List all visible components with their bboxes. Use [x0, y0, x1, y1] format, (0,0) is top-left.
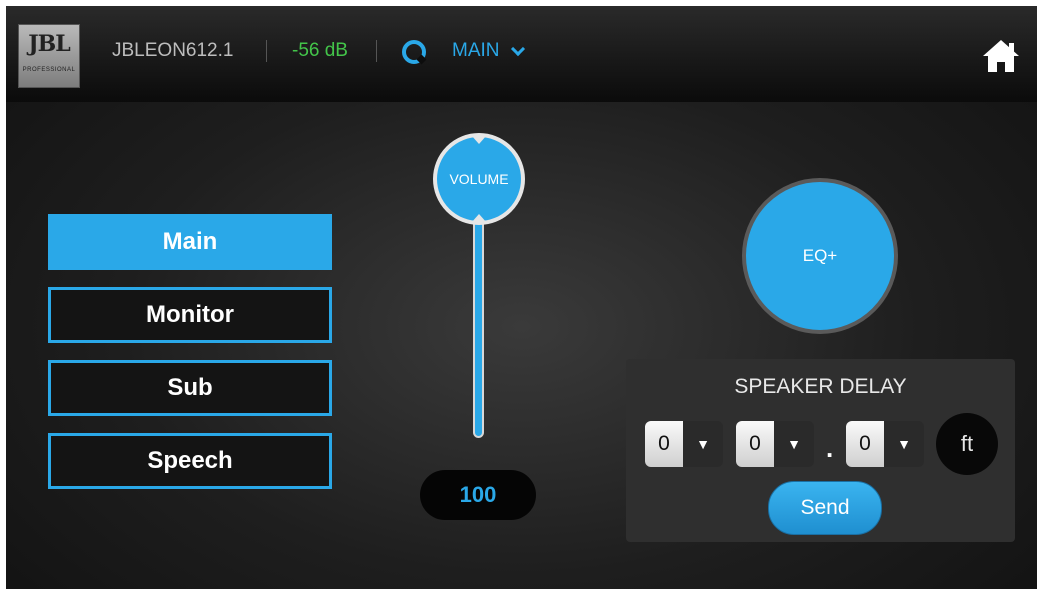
delay-unit-badge[interactable]: ft: [936, 413, 998, 475]
volume-slider-track[interactable]: [473, 206, 484, 438]
volume-slider-knob[interactable]: VOLUME: [433, 133, 525, 225]
delay-digit-2-value: 0: [736, 421, 774, 467]
send-button[interactable]: Send: [768, 481, 882, 535]
dropdown-arrow-icon: ▼: [683, 421, 723, 467]
logo-mark: JBL: [28, 31, 70, 57]
delay-digit-1-select[interactable]: 0 ▼: [645, 421, 723, 467]
preset-speech-button[interactable]: Speech: [48, 433, 332, 489]
app-window: JBL PROFESSIONAL JBLEON612.1 -56 dB MAIN…: [6, 6, 1037, 589]
eq-plus-button[interactable]: EQ+: [742, 178, 898, 334]
device-name: JBLEON612.1: [112, 40, 234, 61]
delay-digit-3-value: 0: [846, 421, 884, 467]
divider: [376, 40, 377, 62]
jbl-logo: JBL PROFESSIONAL: [18, 24, 80, 88]
preset-sub-button[interactable]: Sub: [48, 360, 332, 416]
decimal-point: .: [826, 433, 834, 463]
divider: [266, 40, 267, 62]
logo-subtext: PROFESSIONAL: [22, 67, 76, 73]
level-readout: -56 dB: [292, 40, 348, 61]
home-icon[interactable]: [981, 36, 1021, 76]
speaker-delay-title: SPEAKER DELAY: [734, 375, 907, 398]
delay-digit-2-select[interactable]: 0 ▼: [736, 421, 814, 467]
signal-ring-icon: [402, 40, 426, 64]
volume-value: 100: [420, 470, 536, 520]
dropdown-arrow-icon: ▼: [774, 421, 814, 467]
chevron-down-icon[interactable]: [510, 41, 526, 57]
preset-monitor-button[interactable]: Monitor: [48, 287, 332, 343]
dropdown-arrow-icon: ▼: [884, 421, 924, 467]
speaker-delay-panel: SPEAKER DELAY 0 ▼ 0 ▼ . 0 ▼ ft Send: [626, 359, 1015, 542]
mode-selector[interactable]: MAIN: [452, 40, 500, 62]
preset-main-button[interactable]: Main: [48, 214, 332, 270]
top-bar: JBL PROFESSIONAL JBLEON612.1 -56 dB MAIN: [6, 6, 1037, 102]
delay-digit-3-select[interactable]: 0 ▼: [846, 421, 924, 467]
delay-digit-1-value: 0: [645, 421, 683, 467]
